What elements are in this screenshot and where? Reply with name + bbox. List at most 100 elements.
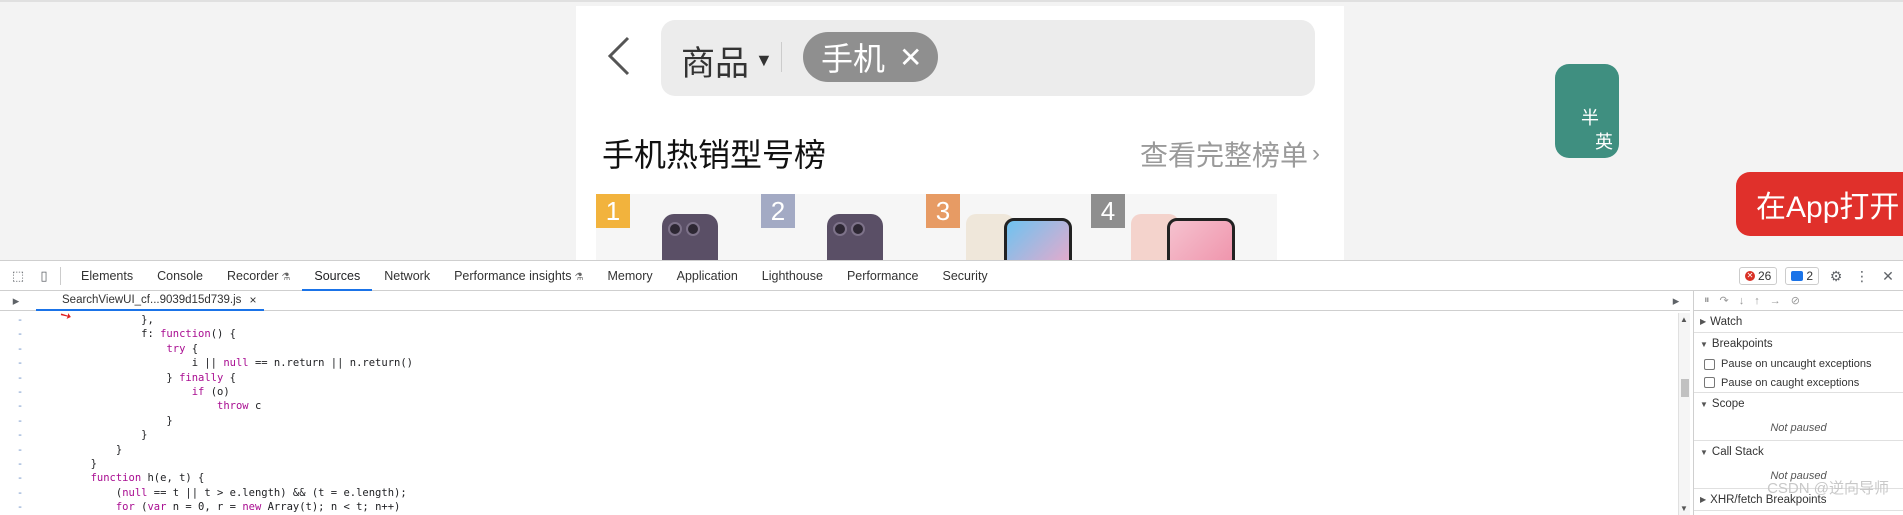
deactivate-breakpoints-icon[interactable]: ⊘ [1791, 294, 1800, 307]
tab-application[interactable]: Application [665, 261, 750, 291]
line-gutter[interactable]: - [0, 500, 40, 514]
code-line[interactable]: - } finally { [0, 371, 1678, 385]
tab-sources[interactable]: Sources [302, 261, 373, 291]
phone-image [827, 214, 883, 260]
line-gutter[interactable]: - [0, 457, 40, 471]
line-gutter[interactable]: - [0, 313, 40, 327]
line-gutter[interactable]: - [0, 428, 40, 442]
open-in-app-button[interactable]: 在App打开 › [1736, 172, 1903, 236]
tab-lighthouse[interactable]: Lighthouse [750, 261, 835, 291]
code-line[interactable]: - }, [0, 313, 1678, 327]
code-text: function h(e, t) { [90, 472, 205, 485]
line-gutter[interactable]: - [0, 371, 40, 385]
device-toolbar-icon[interactable]: ▯ [36, 268, 52, 284]
line-gutter[interactable]: - [0, 327, 40, 341]
rank-card-1[interactable]: 1 [596, 194, 782, 260]
code-line[interactable]: - if (o) [0, 385, 1678, 399]
search-chip[interactable]: 手机 ✕ [803, 32, 939, 82]
checkbox-label: Pause on caught exceptions [1721, 376, 1860, 389]
code-line[interactable]: - for (var n = 0, r = new Array(t); n < … [0, 500, 1678, 514]
close-icon[interactable]: × [249, 293, 256, 307]
page-viewport: 商品 ▼ 手机 ✕ 手机热销型号榜 查看完整榜单 › 1 2 3 4 半 英 在… [0, 0, 1903, 260]
chevron-right-icon: › [1312, 140, 1320, 167]
code-line[interactable]: - } [0, 428, 1678, 442]
line-gutter[interactable]: - [0, 443, 40, 457]
scroll-down-icon[interactable]: ▼ [1680, 504, 1688, 513]
code-scrollbar[interactable]: ▲ ▼ [1678, 313, 1690, 515]
expand-icon: ▶ [1700, 495, 1707, 504]
pause-uncaught-row[interactable]: Pause on uncaught exceptions [1694, 355, 1903, 373]
section-call-stack[interactable]: ▼ Call Stack [1694, 441, 1903, 463]
devtools-tabbar: ⬚ ▯ Elements Console Recorder ⚗ Sources N… [0, 261, 1903, 291]
scrollbar-thumb[interactable] [1681, 379, 1689, 397]
code-text: } [40, 414, 173, 427]
rank-card-3[interactable]: 3 [926, 194, 1112, 260]
tab-recorder[interactable]: Recorder ⚗ [215, 261, 302, 291]
mobile-page: 商品 ▼ 手机 ✕ 手机热销型号榜 查看完整榜单 › 1 2 3 4 [576, 6, 1344, 260]
caret-down-icon: ▼ [755, 50, 773, 70]
tab-security[interactable]: Security [931, 261, 1000, 291]
code-line[interactable]: - throw c [0, 399, 1678, 413]
message-count-badge[interactable]: 2 [1785, 267, 1819, 285]
line-gutter[interactable]: - [0, 471, 40, 485]
code-line[interactable]: - } [0, 414, 1678, 428]
line-gutter[interactable]: - [0, 385, 40, 399]
tab-console[interactable]: Console [145, 261, 215, 291]
category-dropdown[interactable]: 商品 ▼ [681, 36, 773, 85]
line-gutter[interactable]: - [0, 399, 40, 413]
code-line[interactable]: - i || null == n.return || n.return() [0, 356, 1678, 370]
code-line[interactable]: - function h(e, t) { [0, 471, 1678, 485]
message-icon [1791, 271, 1804, 281]
expand-icon: ▶ [1700, 317, 1707, 326]
error-count: 26 [1757, 269, 1772, 283]
line-gutter[interactable]: - [0, 356, 40, 370]
close-icon[interactable]: ✕ [899, 41, 922, 74]
line-gutter[interactable]: - [0, 414, 40, 428]
code-editor[interactable]: - }, - f: function() {- try {- i || null … [0, 313, 1678, 515]
line-gutter[interactable]: - [0, 342, 40, 356]
error-count-badge[interactable]: ✕ 26 [1738, 267, 1778, 285]
code-line[interactable]: - (null == t || t > e.length) && (t = e.… [0, 486, 1678, 500]
tab-elements[interactable]: Elements [69, 261, 145, 291]
section-scope[interactable]: ▼ Scope [1694, 393, 1903, 415]
pause-icon[interactable]: ⏸ [1704, 294, 1710, 307]
rank-card-4[interactable]: 4 [1091, 194, 1277, 260]
tab-network[interactable]: Network [372, 261, 442, 291]
sources-file-tabs: ▸ SearchViewUI_cf...9039d15d739.js × ➘ ▸ [0, 291, 1690, 325]
scroll-up-icon[interactable]: ▲ [1680, 315, 1688, 324]
step-icon[interactable]: → [1770, 295, 1781, 307]
debugger-toggle-icon[interactable]: ▸ [1668, 293, 1684, 309]
tab-performance-insights[interactable]: Performance insights ⚗ [442, 261, 595, 291]
inspect-element-icon[interactable]: ⬚ [10, 268, 26, 284]
gear-icon[interactable]: ⚙ [1827, 268, 1845, 285]
section-watch[interactable]: ▶ Watch [1694, 311, 1903, 333]
step-out-icon[interactable]: ↑ [1754, 295, 1760, 307]
section-label: Scope [1711, 398, 1745, 410]
rank-card-2[interactable]: 2 [761, 194, 947, 260]
tab-memory[interactable]: Memory [595, 261, 664, 291]
step-over-icon[interactable]: ↷ [1720, 294, 1729, 307]
open-app-label: 在App打开 [1756, 191, 1900, 224]
section-breakpoints[interactable]: ▼ Breakpoints [1694, 333, 1903, 355]
close-icon[interactable]: ✕ [1879, 268, 1897, 285]
navigator-toggle-icon[interactable]: ▸ [8, 293, 24, 309]
search-bar[interactable]: 商品 ▼ 手机 ✕ [661, 20, 1315, 96]
back-icon[interactable] [604, 34, 634, 78]
code-line[interactable]: - } [0, 457, 1678, 471]
line-gutter[interactable]: - [0, 486, 40, 500]
checkbox[interactable] [1704, 358, 1715, 370]
full-list-link[interactable]: 查看完整榜单 › [1140, 134, 1320, 174]
tab-recorder-label: Recorder [226, 268, 279, 283]
file-tab-label: SearchViewUI_cf...9039d15d739.js [62, 293, 242, 306]
code-line[interactable]: - } [0, 443, 1678, 457]
checkbox[interactable] [1704, 377, 1715, 388]
code-text: }, [40, 314, 154, 326]
file-tab[interactable]: SearchViewUI_cf...9039d15d739.js × [36, 291, 265, 311]
tab-performance[interactable]: Performance [835, 261, 931, 291]
code-line[interactable]: - f: function() { [0, 327, 1678, 341]
app-logo-icon[interactable]: 半 英 [1555, 64, 1619, 158]
code-line[interactable]: - try { [0, 342, 1678, 356]
step-into-icon[interactable]: ↓ [1739, 295, 1745, 307]
more-options-icon[interactable]: ⋮ [1853, 268, 1871, 285]
pause-caught-row[interactable]: Pause on caught exceptions [1694, 373, 1903, 393]
